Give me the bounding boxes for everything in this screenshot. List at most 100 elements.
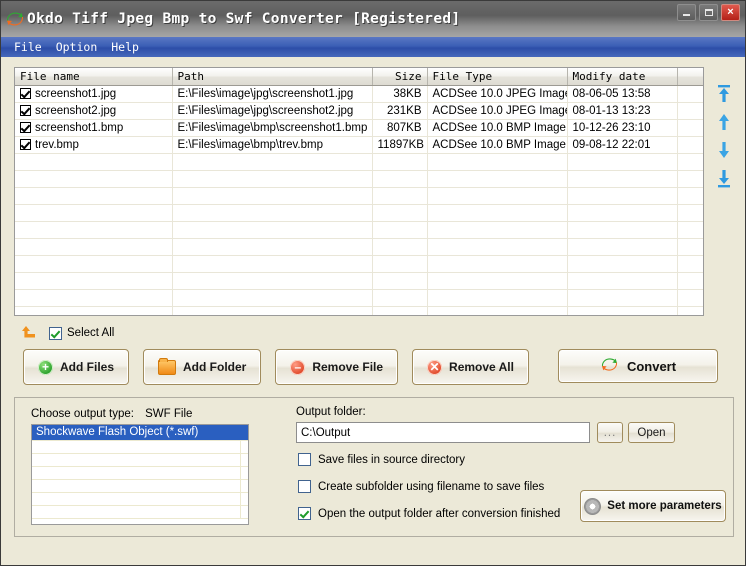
cell-blank [677, 119, 703, 137]
size-text: 231KB [386, 105, 422, 117]
window-title: Okdo Tiff Jpeg Bmp to Swf Converter [Reg… [27, 11, 461, 27]
create-subfolder-checkbox[interactable]: Create subfolder using filename to save … [298, 480, 544, 493]
convert-button[interactable]: Convert [558, 349, 718, 383]
output-folder-input[interactable] [296, 422, 590, 443]
open-after-conversion-label: Open the output folder after conversion … [318, 507, 561, 520]
output-type-option-selected[interactable]: Shockwave Flash Object (*.swf) [32, 425, 248, 441]
create-subfolder-label: Create subfolder using filename to save … [318, 480, 545, 493]
move-to-top-button[interactable] [713, 83, 735, 105]
move-up-button[interactable] [713, 111, 735, 133]
select-all-label: Select All [67, 327, 115, 339]
cell-modify-date: 08-01-13 13:23 [567, 102, 678, 120]
cell-modify-date: 09-08-12 22:01 [567, 136, 678, 154]
set-more-parameters-button[interactable]: Set more parameters [580, 490, 726, 522]
path-text: E:\Files\image\jpg\screenshot1.jpg [177, 88, 354, 100]
cell-file-type: ACDSee 10.0 JPEG Image [427, 102, 568, 120]
output-type-empty-row [32, 493, 248, 506]
file-type-text: ACDSee 10.0 BMP Image [432, 122, 566, 134]
close-circle-icon: ✕ [427, 359, 443, 375]
menu-item-help[interactable]: Help [104, 39, 146, 55]
path-text: E:\Files\image\bmp\screenshot1.bmp [177, 122, 368, 134]
output-type-empty-row [32, 441, 248, 454]
open-after-conversion-checkbox[interactable]: Open the output folder after conversion … [298, 507, 560, 520]
add-folder-label: Add Folder [183, 360, 247, 374]
convert-label: Convert [626, 358, 677, 374]
select-all-checkbox[interactable]: Select All [49, 326, 115, 340]
table-row[interactable]: trev.bmp E:\Files\image\bmp\trev.bmp 11897… [15, 136, 703, 154]
output-type-empty-row [32, 480, 248, 493]
minimize-button[interactable] [677, 4, 696, 21]
menu-item-file[interactable]: File [7, 39, 49, 55]
row-checkbox[interactable] [20, 88, 31, 99]
add-files-label: Add Files [60, 360, 115, 374]
app-icon [5, 10, 25, 28]
close-button[interactable]: × [721, 4, 740, 21]
cell-modify-date: 10-12-26 23:10 [567, 119, 678, 137]
column-header-path[interactable]: Path [172, 68, 373, 86]
browse-folder-button[interactable]: ... [597, 422, 623, 443]
move-to-bottom-button[interactable] [713, 167, 735, 189]
cell-blank [677, 102, 703, 120]
column-header-size[interactable]: Size [372, 68, 428, 86]
minus-circle-icon: – [290, 359, 306, 375]
file-list-header-row: File name Path Size File Type Modify dat… [15, 68, 703, 86]
move-down-button[interactable] [713, 139, 735, 161]
up-level-arrow-icon[interactable] [19, 324, 41, 342]
path-text: E:\Files\image\jpg\screenshot2.jpg [177, 105, 354, 117]
table-empty-row [15, 221, 703, 239]
select-all-checkbox-box [49, 326, 62, 340]
table-row[interactable]: screenshot2.jpg E:\Files\image\jpg\screen… [15, 102, 703, 120]
output-type-label-row: Choose output type: SWF File [31, 408, 192, 420]
output-settings-panel: Choose output type: SWF File Shockwave F… [14, 397, 734, 537]
file-action-buttons: + Add Files Add Folder – Remove File ✕ R… [23, 349, 529, 385]
cell-path: E:\Files\image\jpg\screenshot2.jpg [172, 102, 373, 120]
add-files-button[interactable]: + Add Files [23, 349, 130, 385]
menu-item-option[interactable]: Option [49, 39, 105, 55]
file-type-text: ACDSee 10.0 JPEG Image [432, 105, 567, 117]
column-header-file-name[interactable]: File name [15, 68, 173, 86]
folder-icon [158, 357, 177, 375]
column-header-blank[interactable] [677, 68, 703, 86]
size-text: 11897KB [377, 139, 424, 151]
column-header-file-type[interactable]: File Type [427, 68, 568, 86]
order-buttons [711, 83, 737, 198]
table-empty-row [15, 187, 703, 205]
cell-size: 807KB [372, 119, 428, 137]
output-type-list[interactable]: Shockwave Flash Object (*.swf) [31, 424, 249, 525]
output-type-label: Choose output type: [31, 408, 134, 420]
row-checkbox[interactable] [20, 139, 31, 150]
row-checkbox[interactable] [20, 105, 31, 116]
remove-all-button[interactable]: ✕ Remove All [412, 349, 529, 385]
cell-modify-date: 08-06-05 13:58 [567, 85, 678, 103]
cell-file-name[interactable]: screenshot1.jpg [15, 85, 173, 103]
remove-file-button[interactable]: – Remove File [275, 349, 399, 385]
create-subfolder-checkbox-box [298, 480, 311, 493]
file-type-text: ACDSee 10.0 JPEG Image [432, 88, 567, 100]
column-header-modify-date[interactable]: Modify date [567, 68, 678, 86]
table-row[interactable]: screenshot1.jpg E:\Files\image\jpg\screen… [15, 85, 703, 103]
cell-file-type: ACDSee 10.0 BMP Image [427, 119, 568, 137]
maximize-button[interactable] [699, 4, 718, 21]
app-window: Okdo Tiff Jpeg Bmp to Swf Converter [Reg… [0, 0, 746, 566]
save-in-source-checkbox[interactable]: Save files in source directory [298, 453, 465, 466]
open-folder-button[interactable]: Open [628, 422, 675, 443]
cell-file-type: ACDSee 10.0 JPEG Image [427, 85, 568, 103]
output-type-empty-row [32, 506, 248, 519]
row-checkbox[interactable] [20, 122, 31, 133]
file-list[interactable]: File name Path Size File Type Modify dat… [14, 67, 704, 316]
output-folder-label: Output folder: [296, 406, 366, 418]
table-row[interactable]: screenshot1.bmp E:\Files\image\bmp\screen… [15, 119, 703, 137]
size-text: 38KB [393, 88, 422, 100]
file-name-text: screenshot1.bmp [35, 122, 124, 134]
save-in-source-label: Save files in source directory [318, 453, 466, 466]
cell-size: 38KB [372, 85, 428, 103]
cell-file-name[interactable]: screenshot1.bmp [15, 119, 173, 137]
cell-file-name[interactable]: screenshot2.jpg [15, 102, 173, 120]
output-type-value: SWF File [145, 408, 193, 420]
cell-file-name[interactable]: trev.bmp [15, 136, 173, 154]
plus-circle-icon: + [38, 359, 53, 375]
file-list-body: screenshot1.jpg E:\Files\image\jpg\screen… [15, 85, 703, 315]
modify-date-text: 08-06-05 13:58 [572, 88, 651, 100]
add-folder-button[interactable]: Add Folder [143, 349, 262, 385]
modify-date-text: 08-01-13 13:23 [572, 105, 651, 117]
